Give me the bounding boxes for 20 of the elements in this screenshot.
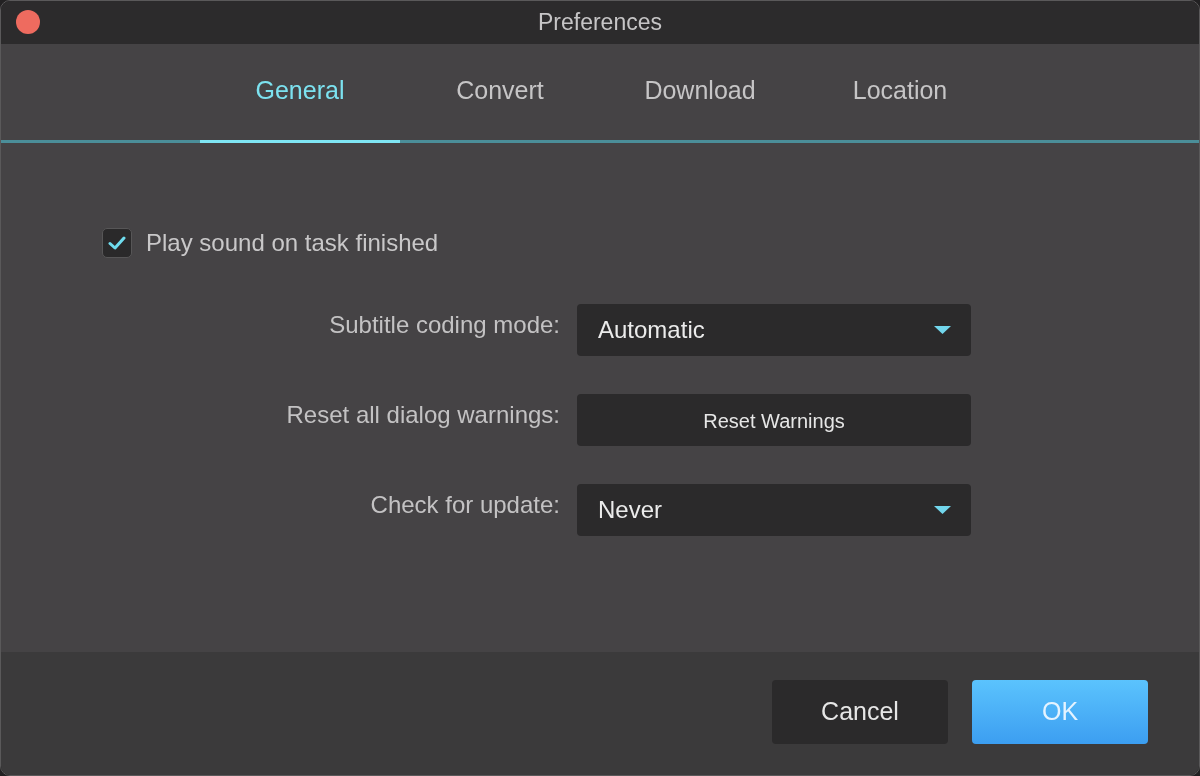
- tab[interactable]: Download: [600, 44, 800, 143]
- tab[interactable]: General: [200, 44, 400, 143]
- tab[interactable]: Location: [800, 44, 1000, 143]
- reset-warnings-button[interactable]: Reset Warnings: [577, 394, 971, 446]
- dropdown-field[interactable]: Automatic: [577, 304, 971, 356]
- checkbox[interactable]: [102, 228, 132, 258]
- setting-label: Check for update:: [370, 490, 560, 520]
- setting-label: Subtitle coding mode:: [329, 310, 560, 340]
- setting-label: Reset all dialog warnings:: [286, 400, 560, 430]
- dropdown-field[interactable]: Never: [577, 484, 971, 536]
- window-title: Preferences: [538, 8, 662, 38]
- dropdown-caret-icon: [934, 326, 951, 334]
- dropdown-caret-icon: [934, 506, 951, 514]
- checkmark-icon: [108, 236, 126, 250]
- cancel-button[interactable]: Cancel: [772, 679, 948, 744]
- tab[interactable]: Convert: [400, 44, 600, 143]
- dropdown-value: Automatic: [598, 315, 705, 345]
- dropdown-value: Never: [598, 495, 663, 525]
- close-button[interactable]: [16, 10, 40, 34]
- checkbox-label: Play sound on task finished: [146, 228, 439, 258]
